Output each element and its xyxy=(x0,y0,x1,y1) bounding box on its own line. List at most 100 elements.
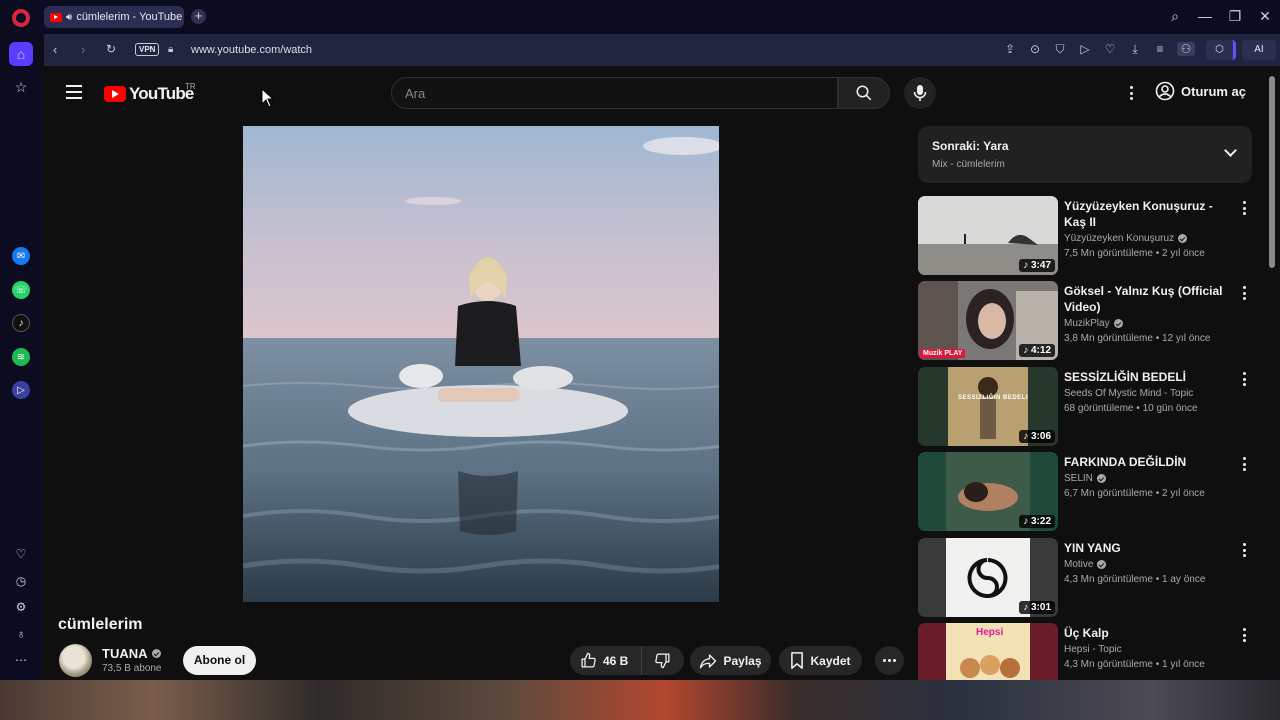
rec-kebab-icon[interactable] xyxy=(1240,456,1248,472)
youtube-logo[interactable]: YouTube xyxy=(104,84,194,104)
rec-title: YIN YANG xyxy=(1064,541,1121,555)
messenger-icon[interactable]: ✉ xyxy=(12,247,30,265)
verified-icon xyxy=(1097,560,1107,569)
rec-views: 6,7 Mn görüntüleme xyxy=(1064,488,1153,499)
page-scrollbar[interactable] xyxy=(1269,76,1275,268)
recommendation-item[interactable]: ♪ 3:22 FARKINDA DEĞİLDİN SELIN 6,7 Mn gö… xyxy=(918,452,1252,532)
more-icon[interactable]: ⋯ xyxy=(9,648,33,672)
verified-icon xyxy=(1096,474,1106,483)
recommendation-item[interactable]: ♪ 3:01 YIN YANG Motive 4,3 Mn görüntülem… xyxy=(918,538,1252,618)
bookmark-star-icon[interactable]: ☆ xyxy=(9,75,33,99)
sign-in-button[interactable]: Oturum aç xyxy=(1155,81,1246,101)
account-icon xyxy=(1155,81,1175,101)
play-icon[interactable]: ▷ xyxy=(1077,42,1093,56)
menu-hamburger-icon[interactable] xyxy=(66,85,82,99)
rec-title: SESSİZLİĞİN BEDELİ xyxy=(1064,370,1187,384)
search-input[interactable] xyxy=(405,85,837,101)
duration-text: 4:12 xyxy=(1030,345,1051,356)
rec-channel: MuzikPlay xyxy=(1064,318,1110,329)
duration-badge: ♪ 3:22 xyxy=(1019,515,1055,528)
video-thumbnail[interactable]: ♪ 3:47 xyxy=(918,196,1058,275)
like-button[interactable]: 46 B xyxy=(570,646,642,675)
profile-icon[interactable]: ⚇ xyxy=(1177,42,1195,56)
speaker-icon[interactable]: 🔊︎ xyxy=(66,12,72,23)
history-clock-icon[interactable]: ◷ xyxy=(9,569,33,593)
browser-sidebar: ⌂ ☆ ✉ ☏ ♪ ≋ ▷ ♡ ◷ ⚙ ♁ ⋯ xyxy=(0,34,42,680)
dislike-button[interactable] xyxy=(642,646,682,675)
youtube-page: YouTube TR Oturum aç xyxy=(42,66,1280,680)
minimize-button[interactable]: — xyxy=(1196,8,1214,24)
extensions-cube-icon[interactable]: ⬡ xyxy=(1206,40,1236,60)
video-thumbnail[interactable]: ♪ 3:01 xyxy=(918,538,1058,617)
rec-views: 7,5 Mn görüntüleme xyxy=(1064,248,1153,259)
video-thumbnail[interactable]: Muzik PLAY ♪ 4:12 xyxy=(918,281,1058,360)
rec-views: 4,3 Mn görüntüleme xyxy=(1064,659,1153,670)
vpn-badge[interactable]: VPN xyxy=(135,43,160,56)
rec-channel: Motive xyxy=(1064,559,1094,570)
rec-kebab-icon[interactable] xyxy=(1240,371,1248,387)
search-button[interactable] xyxy=(838,77,890,109)
back-icon[interactable]: ‹ xyxy=(53,42,57,57)
share-page-icon[interactable]: ⇪ xyxy=(1002,42,1018,56)
save-button[interactable]: Kaydet xyxy=(779,646,862,675)
menu-lines-icon[interactable]: ≡ xyxy=(1152,42,1168,56)
browser-tab[interactable]: 🔊︎ cümlelerim - YouTube xyxy=(44,6,184,28)
thumb-text: Hepsi xyxy=(976,627,1004,638)
video-thumbnail[interactable]: Hepsi xyxy=(918,623,1058,680)
verified-icon xyxy=(1113,319,1123,328)
whatsapp-icon[interactable]: ☏ xyxy=(12,281,30,299)
settings-gear-icon[interactable]: ⚙ xyxy=(9,595,33,619)
player-icon[interactable]: ▷ xyxy=(12,381,30,399)
rec-kebab-icon[interactable] xyxy=(1240,627,1248,643)
rec-kebab-icon[interactable] xyxy=(1240,285,1248,301)
browser-titlebar: 🔊︎ cümlelerim - YouTube + ⌕ — ❐ ✕ xyxy=(0,0,1280,34)
bookmark-icon xyxy=(791,652,804,669)
search-box xyxy=(391,77,838,109)
forward-icon[interactable]: › xyxy=(81,42,85,57)
thumb-badge: Muzik PLAY xyxy=(920,349,966,358)
share-button[interactable]: Paylaş xyxy=(690,646,771,675)
rec-views: 68 görüntüleme xyxy=(1064,403,1134,414)
settings-kebab-icon[interactable] xyxy=(1123,84,1139,102)
home-icon[interactable]: ⌂ xyxy=(9,42,33,66)
video-thumbnail[interactable]: SESSIZLIĞIN BEDELI ♪ 3:06 xyxy=(918,367,1058,446)
more-actions-button[interactable] xyxy=(875,646,904,675)
ai-button[interactable]: AI xyxy=(1242,40,1276,60)
opera-logo-icon[interactable] xyxy=(12,9,30,27)
rec-views: 3,8 Mn görüntüleme xyxy=(1064,333,1153,344)
duration-text: 3:47 xyxy=(1030,260,1051,271)
video-thumbnail[interactable]: ♪ 3:22 xyxy=(918,452,1058,531)
sign-in-label: Oturum aç xyxy=(1181,83,1247,99)
new-tab-button[interactable]: + xyxy=(191,9,206,24)
channel-name-link[interactable]: TUANA xyxy=(102,646,161,661)
favorites-heart-icon[interactable]: ♡ xyxy=(9,542,33,566)
rec-views: 4,3 Mn görüntüleme xyxy=(1064,574,1153,585)
lock-icon[interactable]: 🔒︎ xyxy=(168,44,173,55)
rec-kebab-icon[interactable] xyxy=(1240,200,1248,216)
search-icon xyxy=(856,85,872,101)
subscribe-button[interactable]: Abone ol xyxy=(183,646,256,675)
video-player[interactable] xyxy=(243,126,719,602)
voice-search-button[interactable] xyxy=(904,77,936,109)
url-text[interactable]: www.youtube.com/watch xyxy=(191,44,312,56)
channel-avatar[interactable] xyxy=(59,644,92,677)
recommendation-item[interactable]: SESSIZLIĞIN BEDELI ♪ 3:06 SESSİZLİĞİN BE… xyxy=(918,367,1252,447)
spotify-icon[interactable]: ≋ xyxy=(12,348,30,366)
heart-icon[interactable]: ♡ xyxy=(1102,42,1118,56)
search-tabs-icon[interactable]: ⌕ xyxy=(1166,8,1184,25)
shield-icon[interactable]: ⛉ xyxy=(1052,42,1068,57)
up-next-title: Sonraki: Yara xyxy=(932,139,1009,153)
rec-title: Göksel - Yalnız Kuş (Official Video) xyxy=(1064,284,1223,314)
recommendation-item[interactable]: ♪ 3:47 Yüzyüzeyken Konuşuruz - Kaş II Yü… xyxy=(918,196,1252,276)
tiktok-icon[interactable]: ♪ xyxy=(12,314,30,332)
recommendation-item[interactable]: Muzik PLAY ♪ 4:12 Göksel - Yalnız Kuş (O… xyxy=(918,281,1252,361)
camera-icon[interactable]: ⊙ xyxy=(1027,42,1043,56)
close-window-button[interactable]: ✕ xyxy=(1256,8,1274,25)
rec-kebab-icon[interactable] xyxy=(1240,542,1248,558)
up-next-panel[interactable]: Sonraki: Yara Mix - cümlelerim xyxy=(918,126,1252,183)
recommendation-item[interactable]: Hepsi Üç Kalp Hepsi - Topic 4,3 Mn görün… xyxy=(918,623,1252,680)
download-icon[interactable]: ⤓ xyxy=(1127,42,1143,57)
restore-button[interactable]: ❐ xyxy=(1226,8,1244,25)
reload-icon[interactable]: ↻ xyxy=(106,42,116,56)
tips-bulb-icon[interactable]: ♁ xyxy=(9,622,33,646)
